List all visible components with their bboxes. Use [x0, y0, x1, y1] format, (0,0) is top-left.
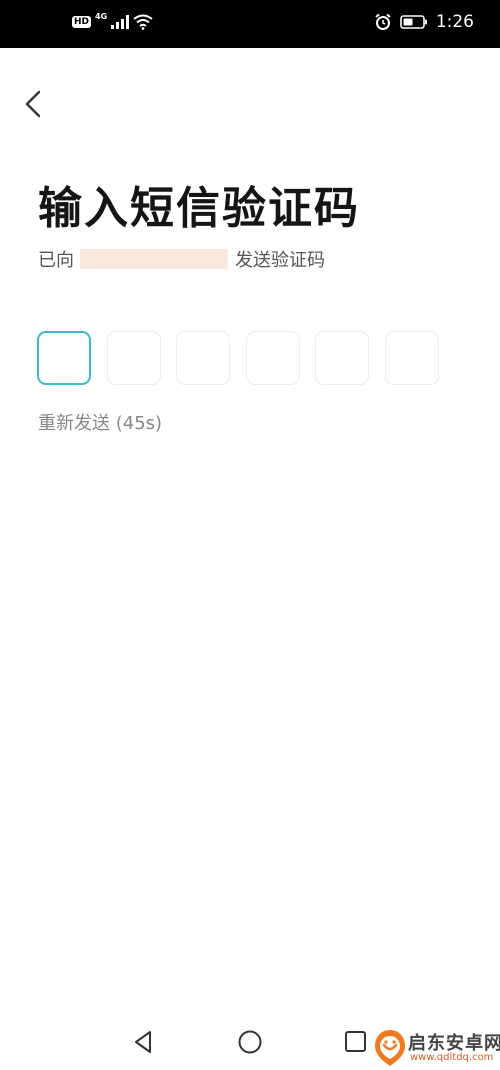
alarm-icon — [375, 13, 391, 30]
recents-square-icon — [345, 1031, 366, 1052]
status-left: HD 4G — [72, 11, 153, 30]
hd-badge: HD — [72, 16, 92, 28]
code-digit-box[interactable] — [385, 331, 439, 385]
home-circle-icon — [238, 1030, 262, 1054]
subtitle: 已向 发送验证码 — [38, 246, 325, 272]
watermark-url: www.qdltdq.com — [410, 1052, 494, 1063]
nav-back-button[interactable] — [130, 1028, 158, 1056]
phone-number-redacted — [80, 249, 228, 269]
code-digit-box[interactable] — [315, 331, 370, 385]
code-digit-box[interactable] — [245, 331, 300, 385]
code-digit-box[interactable] — [37, 331, 91, 385]
code-digit-box[interactable] — [176, 331, 231, 385]
chevron-left-icon — [25, 90, 41, 118]
back-button[interactable] — [18, 86, 54, 122]
subtitle-suffix: 发送验证码 — [235, 250, 325, 271]
resend-code-countdown: 重新发送 (45s) — [38, 413, 163, 434]
nav-home-button[interactable] — [236, 1028, 264, 1056]
network-type-label: 4G — [95, 11, 108, 21]
page-title: 输入短信验证码 — [38, 183, 360, 234]
nav-recents-button[interactable] — [342, 1028, 370, 1056]
clock: 1:26 — [435, 12, 474, 32]
screen: HD 4G 1:26 输入短信验证码 已向 发送验证码 重新发送 (45s) 启… — [0, 0, 500, 1070]
subtitle-prefix: 已向 — [38, 250, 74, 271]
watermark-logo-icon — [375, 1030, 405, 1066]
code-digit-box[interactable] — [106, 331, 161, 385]
battery-icon — [400, 15, 427, 29]
back-triangle-icon — [135, 1031, 151, 1053]
status-right: 1:26 — [374, 12, 474, 32]
watermark: 启东安卓网 www.qdltdq.com — [372, 1026, 500, 1070]
status-bar: HD 4G 1:26 — [0, 0, 500, 48]
wifi-icon — [133, 14, 153, 30]
signal-icon — [111, 15, 130, 29]
